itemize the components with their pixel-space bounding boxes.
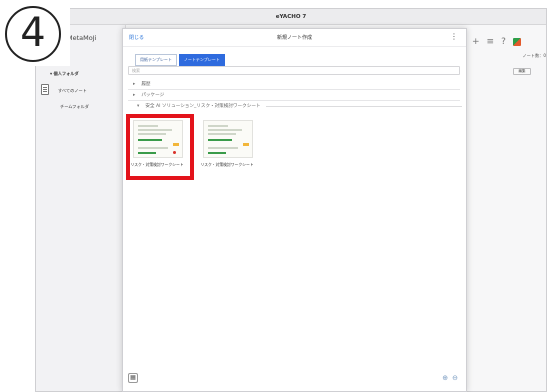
step-badge: 4 <box>0 0 70 66</box>
sidebar-item-all-notes[interactable]: すべてのノート <box>58 88 87 94</box>
all-notes-icon <box>41 84 49 95</box>
thumb-orange-tag <box>243 143 249 146</box>
sidebar-item-my-folder[interactable]: ▾ 個人フォルダ <box>50 71 79 77</box>
thumb-line <box>208 125 228 127</box>
selection-highlight <box>126 114 194 180</box>
divider <box>128 100 460 101</box>
sidebar <box>36 25 126 391</box>
grid-icon[interactable]: ▦ <box>128 373 138 383</box>
dialog-title: 新規ノート作成 <box>276 35 312 41</box>
tab-paper-template[interactable]: 用紙テンプレート <box>135 54 177 66</box>
chevron-right-icon: ▸ <box>133 81 136 87</box>
app-name: MetaMoJi <box>67 34 97 42</box>
tree-item-package[interactable]: ▸ パッケージ <box>133 92 458 99</box>
tab-note-template[interactable]: ノートテンプレート <box>178 54 225 66</box>
tree-item-history[interactable]: ▸ 履歴 <box>133 81 458 88</box>
dialog-header: 閉じる 新規ノート作成 ⋮ <box>123 29 466 47</box>
template-thumbnail <box>203 120 253 158</box>
divider <box>265 105 462 107</box>
tree-item-label: 安全 AI ソリューション_リスク・対策検討ワークシート <box>145 104 261 109</box>
note-count: ノート数：0 <box>522 53 546 58</box>
list-icon[interactable]: ≡ <box>487 37 495 47</box>
template-label: リスク・対策検討ワークシート <box>200 162 254 167</box>
thumb-line <box>208 129 242 131</box>
chevron-down-icon: ▾ <box>137 103 140 109</box>
thumb-green-bar <box>208 139 232 141</box>
zoom-out-icon[interactable]: ⊖ <box>452 374 458 382</box>
zoom-controls: ⊕ ⊖ <box>442 374 458 382</box>
help-icon[interactable]: ? <box>501 37 506 47</box>
zoom-in-icon[interactable]: ⊕ <box>442 374 448 382</box>
step-number: 4 <box>5 6 61 62</box>
tree-item-label: パッケージ <box>141 93 165 98</box>
color-icon[interactable] <box>512 38 521 46</box>
divider <box>128 89 460 90</box>
chevron-right-icon: ▸ <box>133 92 136 98</box>
window-titlebar: eYACHO 7 <box>36 9 546 25</box>
new-note-dialog: 閉じる 新規ノート作成 ⋮ 用紙テンプレート ノートテンプレート 検索 ▸ 履歴… <box>122 28 467 392</box>
tree-item-label: 履歴 <box>141 82 151 87</box>
search-input[interactable]: 検索 <box>128 66 460 75</box>
thumb-green-bar <box>208 152 226 154</box>
more-icon[interactable]: ⋮ <box>450 32 458 42</box>
thumb-line <box>208 133 236 135</box>
tree-item-folder[interactable]: ▾ 安全 AI ソリューション_リスク・対策検討ワークシート <box>137 103 462 109</box>
thumb-line <box>208 147 238 149</box>
template-tabs: 用紙テンプレート ノートテンプレート <box>135 54 225 66</box>
edit-button[interactable]: 編集 <box>513 68 531 75</box>
window-title: eYACHO 7 <box>275 14 307 20</box>
sidebar-item-team-folder[interactable]: チームフォルダ <box>60 104 89 110</box>
template-card[interactable]: リスク・対策検討ワークシート <box>198 120 256 168</box>
add-icon[interactable]: + <box>472 37 480 47</box>
